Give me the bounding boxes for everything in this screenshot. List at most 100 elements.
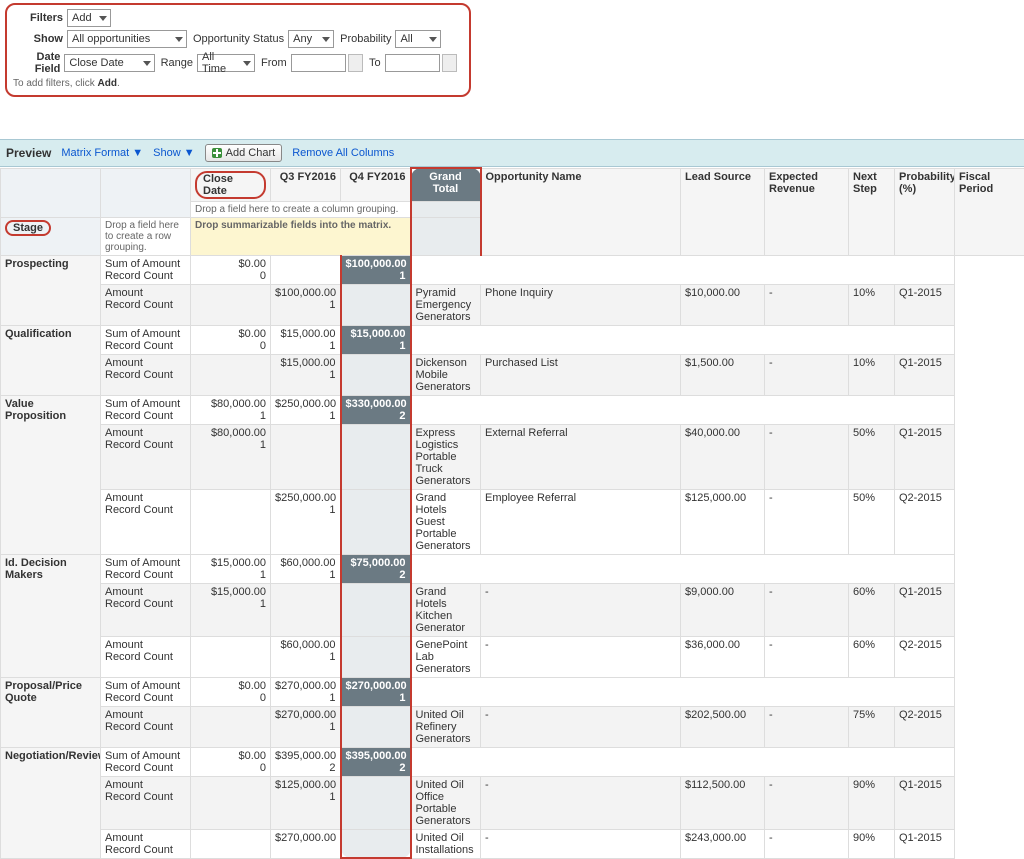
matrix-drop-hint[interactable]: Drop summarizable fields into the matrix…	[191, 217, 411, 255]
matrix-format-menu[interactable]: Matrix Format ▼	[61, 147, 143, 159]
col-opportunity-name[interactable]: Opportunity Name	[481, 168, 681, 255]
expected-revenue: $125,000.00	[681, 489, 765, 554]
q4-sum: $15,000.001	[271, 325, 341, 354]
lead-source: -	[481, 636, 681, 677]
show-label: Show	[13, 33, 63, 45]
col-fiscal-period[interactable]: Fiscal Period	[955, 168, 1024, 255]
table-row[interactable]: AmountRecord Count$15,000.001Dickenson M…	[1, 354, 1024, 395]
range-label: Range	[161, 57, 193, 69]
filters-add-select[interactable]: Add	[67, 9, 111, 27]
probability: 90%	[849, 829, 895, 858]
probability: 50%	[849, 489, 895, 554]
q3-amount	[191, 489, 271, 554]
expected-revenue: $202,500.00	[681, 706, 765, 747]
q4-amount: $270,000.001	[271, 706, 341, 747]
metric-label: Sum of AmountRecord Count	[101, 395, 191, 424]
stage-label: Id. Decision Makers	[1, 554, 101, 677]
opportunity-name: Pyramid Emergency Generators	[411, 284, 481, 325]
expected-revenue: $1,500.00	[681, 354, 765, 395]
stage-column-header[interactable]: Stage	[1, 217, 101, 255]
table-row[interactable]: AmountRecord Count$60,000.001GenePoint L…	[1, 636, 1024, 677]
metric-label: Sum of AmountRecord Count	[101, 747, 191, 776]
table-row[interactable]: AmountRecord Count $100,000.001 Pyramid Em…	[1, 284, 1024, 325]
remove-all-columns-link[interactable]: Remove All Columns	[292, 147, 394, 159]
probability: 60%	[849, 583, 895, 636]
q4-amount: $270,000.00	[271, 829, 341, 858]
column-drop-hint[interactable]: Drop a field here to create a column gro…	[191, 201, 411, 217]
grand-total-empty	[341, 489, 411, 554]
probability-select[interactable]: All	[395, 30, 441, 48]
q4-header[interactable]: Q4 FY2016	[341, 168, 411, 201]
next-step: -	[765, 706, 849, 747]
q4-sum: $395,000.002	[271, 747, 341, 776]
metric-label: AmountRecord Count	[101, 284, 191, 325]
row-drop-hint[interactable]: Drop a field here to create a row groupi…	[101, 217, 191, 255]
stage-label: Prospecting	[1, 255, 101, 325]
lead-source: -	[481, 829, 681, 858]
table-row[interactable]: AmountRecord Count$80,000.001Express Log…	[1, 424, 1024, 489]
metric-label: Sum of AmountRecord Count	[101, 255, 191, 284]
q4-amount: $100,000.001	[271, 284, 341, 325]
probability: 50%	[849, 424, 895, 489]
table-row[interactable]: AmountRecord Count $270,000.00 United Oil …	[1, 829, 1024, 858]
opportunity-name: United Oil Installations	[411, 829, 481, 858]
opportunity-name: Dickenson Mobile Generators	[411, 354, 481, 395]
from-calendar-icon[interactable]	[348, 54, 363, 72]
next-step: -	[765, 489, 849, 554]
fiscal-period: Q1-2015	[895, 354, 955, 395]
metric-label: AmountRecord Count	[101, 829, 191, 858]
expected-revenue: $112,500.00	[681, 776, 765, 829]
to-input[interactable]	[385, 54, 440, 72]
q3-amount	[191, 829, 271, 858]
lead-source: Phone Inquiry	[481, 284, 681, 325]
col-next-step[interactable]: Next Step	[849, 168, 895, 255]
to-label: To	[369, 57, 381, 69]
q4-amount: $60,000.001	[271, 636, 341, 677]
opportunity-name: GenePoint Lab Generators	[411, 636, 481, 677]
preview-title: Preview	[6, 146, 51, 160]
q3-sum: $0.000	[191, 677, 271, 706]
add-chart-button[interactable]: Add Chart	[205, 144, 283, 162]
lead-source: Employee Referral	[481, 489, 681, 554]
col-expected-revenue[interactable]: Expected Revenue	[765, 168, 849, 255]
grand-total-cell: $15,000.001	[341, 325, 411, 354]
fiscal-period: Q1-2015	[895, 776, 955, 829]
metric-label: Sum of AmountRecord Count	[101, 325, 191, 354]
grand-total-empty	[341, 284, 411, 325]
stage-corner-cell	[1, 168, 101, 217]
probability: 60%	[849, 636, 895, 677]
opportunity-name: United Oil Refinery Generators	[411, 706, 481, 747]
date-field-select[interactable]: Close Date	[64, 54, 154, 72]
from-label: From	[261, 57, 287, 69]
q3-sum: $15,000.001	[191, 554, 271, 583]
expected-revenue: $40,000.00	[681, 424, 765, 489]
q3-header[interactable]: Q3 FY2016	[271, 168, 341, 201]
close-date-header[interactable]: Close Date	[191, 168, 271, 201]
matrix-report-table: Close Date Q3 FY2016 Q4 FY2016 Grand Tot…	[0, 167, 1024, 859]
table-row[interactable]: AmountRecord Count$15,000.001Grand Hotel…	[1, 583, 1024, 636]
q4-sum: $60,000.001	[271, 554, 341, 583]
fiscal-period: Q1-2015	[895, 829, 955, 858]
opp-status-select[interactable]: Any	[288, 30, 334, 48]
opportunity-name: United Oil Office Portable Generators	[411, 776, 481, 829]
col-lead-source[interactable]: Lead Source	[681, 168, 765, 255]
fiscal-period: Q1-2015	[895, 284, 955, 325]
table-row[interactable]: AmountRecord Count$250,000.001Grand Hote…	[1, 489, 1024, 554]
lead-source: -	[481, 583, 681, 636]
opp-status-label: Opportunity Status	[193, 33, 284, 45]
q3-amount	[191, 284, 271, 325]
table-row[interactable]: AmountRecord Count$125,000.001United Oil…	[1, 776, 1024, 829]
expected-revenue: $10,000.00	[681, 284, 765, 325]
opportunity-name: Grand Hotels Kitchen Generator	[411, 583, 481, 636]
filters-panel: Filters Add Show All opportunities Oppor…	[5, 3, 471, 97]
col-probability[interactable]: Probability (%)	[895, 168, 955, 255]
range-select[interactable]: All Time	[197, 54, 255, 72]
show-menu[interactable]: Show ▼	[153, 147, 194, 159]
table-row[interactable]: AmountRecord Count$270,000.001United Oil…	[1, 706, 1024, 747]
filters-hint: To add filters, click Add.	[13, 78, 463, 89]
from-input[interactable]	[291, 54, 346, 72]
show-select[interactable]: All opportunities	[67, 30, 187, 48]
to-calendar-icon[interactable]	[442, 54, 457, 72]
q3-amount	[191, 354, 271, 395]
q3-amount	[191, 636, 271, 677]
